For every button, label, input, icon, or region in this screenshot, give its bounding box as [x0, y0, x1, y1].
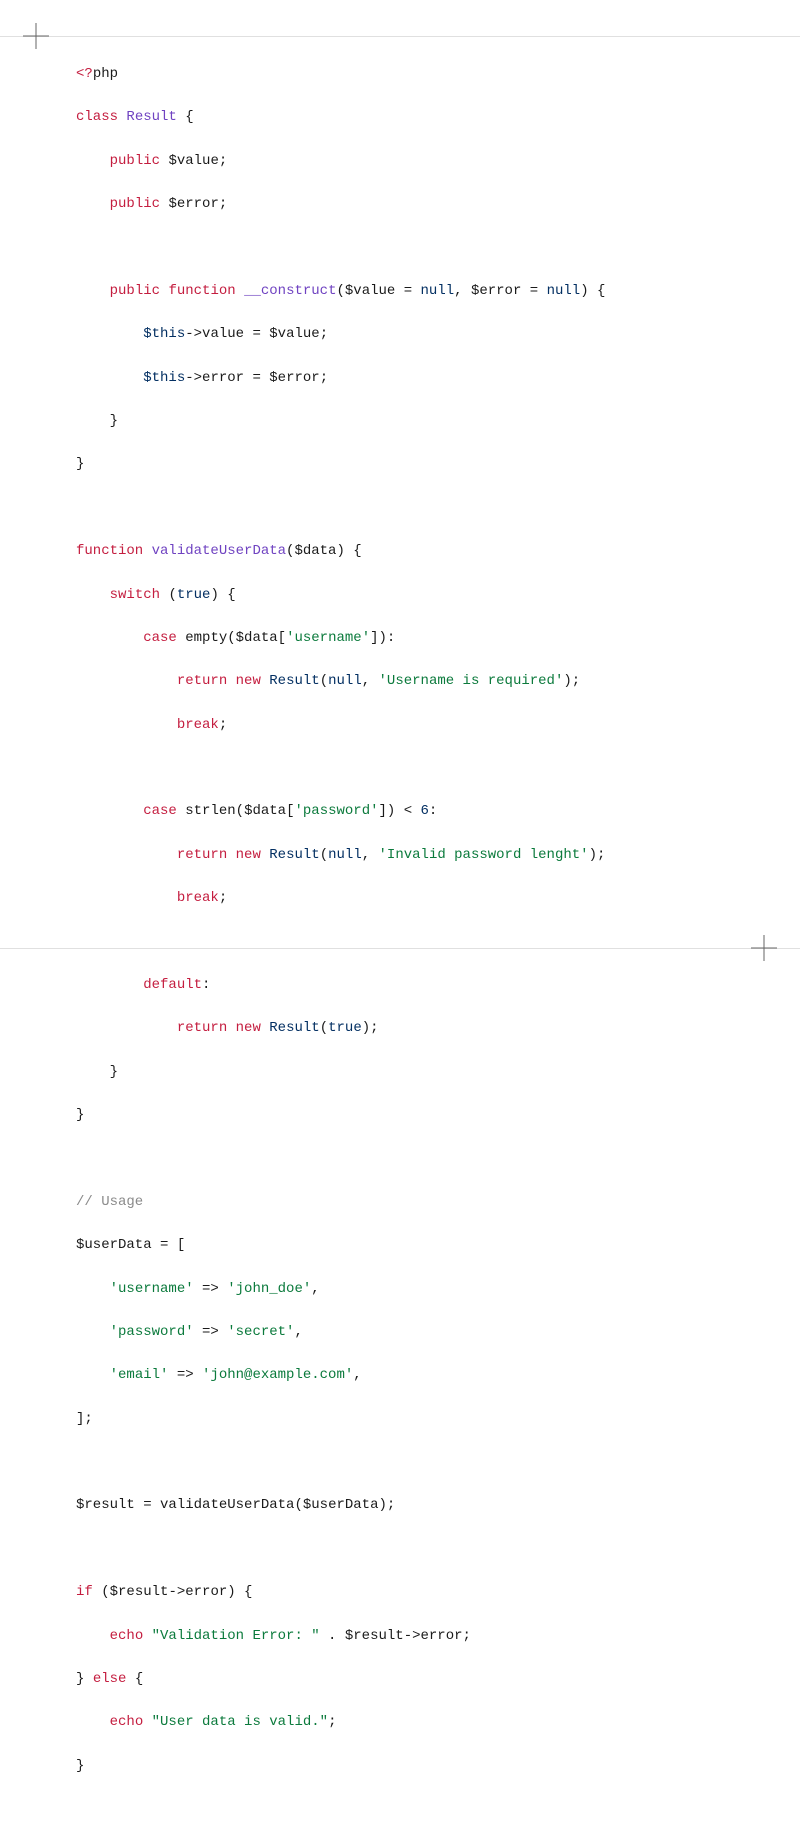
- code-line: case strlen($data['password']) < 6:: [76, 801, 724, 823]
- code-line: if ($result->error) {: [76, 1582, 724, 1604]
- code-line: }: [76, 411, 724, 433]
- code-line: [76, 238, 724, 260]
- code-line: function validateUserData($data) {: [76, 541, 724, 563]
- php-code-block: <?php class Result { public $value; publ…: [76, 64, 724, 1799]
- code-line: [76, 1148, 724, 1170]
- code-line: } else {: [76, 1669, 724, 1691]
- code-line: [76, 758, 724, 780]
- code-line: class Result {: [76, 107, 724, 129]
- code-line: case empty($data['username']):: [76, 628, 724, 650]
- code-line: 'email' => 'john@example.com',: [76, 1365, 724, 1387]
- code-line: 'username' => 'john_doe',: [76, 1279, 724, 1301]
- code-line: break;: [76, 715, 724, 737]
- code-line: public $error;: [76, 194, 724, 216]
- code-page: <?php class Result { public $value; publ…: [0, 0, 800, 1839]
- code-line: switch (true) {: [76, 585, 724, 607]
- code-line: [76, 932, 724, 954]
- code-line: default:: [76, 975, 724, 997]
- code-line: [76, 1539, 724, 1561]
- code-line: $this->error = $error;: [76, 368, 724, 390]
- code-line: public function __construct($value = nul…: [76, 281, 724, 303]
- code-line: 'password' => 'secret',: [76, 1322, 724, 1344]
- code-line: }: [76, 1062, 724, 1084]
- code-line: $this->value = $value;: [76, 324, 724, 346]
- code-line: echo "User data is valid.";: [76, 1712, 724, 1734]
- code-line: }: [76, 1105, 724, 1127]
- code-line: // Usage: [76, 1192, 724, 1214]
- code-line: <?php: [76, 64, 724, 86]
- code-line: return new Result(null, 'Username is req…: [76, 671, 724, 693]
- code-line: $result = validateUserData($userData);: [76, 1495, 724, 1517]
- code-line: echo "Validation Error: " . $result->err…: [76, 1626, 724, 1648]
- code-line: [76, 498, 724, 520]
- code-line: return new Result(true);: [76, 1018, 724, 1040]
- code-line: [76, 1452, 724, 1474]
- code-line: }: [76, 454, 724, 476]
- code-line: }: [76, 1756, 724, 1778]
- code-line: return new Result(null, 'Invalid passwor…: [76, 845, 724, 867]
- code-line: ];: [76, 1409, 724, 1431]
- code-line: $userData = [: [76, 1235, 724, 1257]
- code-line: break;: [76, 888, 724, 910]
- code-line: public $value;: [76, 151, 724, 173]
